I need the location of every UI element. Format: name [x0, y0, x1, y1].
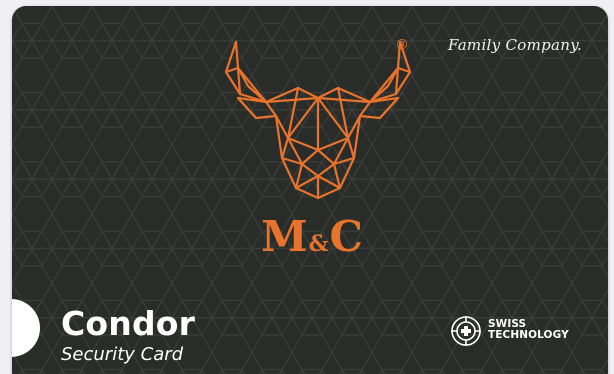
brand-letter-m: M	[261, 212, 308, 261]
page: ® Family Company. M&C Condor Security Ca…	[0, 0, 614, 374]
swiss-technology-badge: SWISS TECHNOLOGY	[488, 319, 569, 341]
security-card: ® Family Company. M&C Condor Security Ca…	[12, 6, 608, 374]
brand-ampersand: &	[308, 231, 329, 257]
registered-mark: ®	[395, 37, 409, 53]
crosshair-shield-icon	[451, 316, 481, 346]
bull-head-icon	[224, 40, 412, 200]
product-name: Condor	[61, 304, 196, 343]
brand-wordmark: M&C	[252, 212, 372, 262]
brand-letter-c: C	[329, 212, 363, 261]
product-subtitle: Security Card	[61, 344, 184, 365]
badge-line-2: TECHNOLOGY	[488, 329, 569, 341]
tagline: Family Company.	[448, 36, 583, 54]
